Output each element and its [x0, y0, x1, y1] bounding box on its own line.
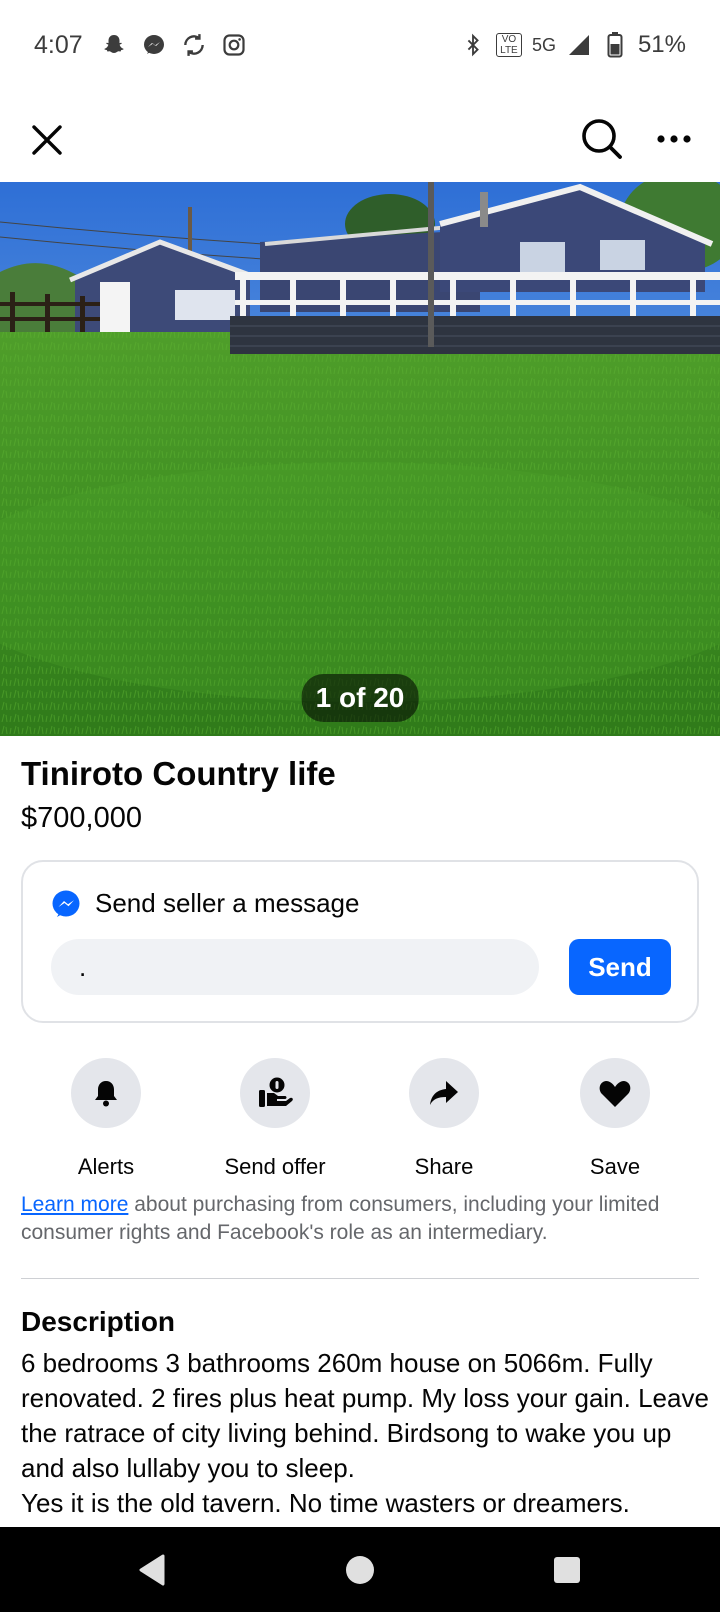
- description-body: 6 bedrooms 3 bathrooms 260m house on 506…: [21, 1348, 709, 1518]
- close-icon: [32, 125, 62, 155]
- divider: [21, 1278, 699, 1279]
- share-button[interactable]: Share: [359, 1058, 529, 1180]
- home-button[interactable]: [337, 1547, 383, 1593]
- share-circle: [409, 1058, 479, 1128]
- bell-icon: [95, 1081, 117, 1107]
- offer-icon: [259, 1077, 293, 1107]
- bluetooth-icon: [460, 32, 486, 58]
- messenger-icon: [52, 890, 80, 917]
- battery-percent: 51%: [637, 31, 686, 58]
- save-label: Save: [589, 1154, 641, 1179]
- message-input[interactable]: [51, 939, 539, 995]
- message-header-label: Send seller a message: [95, 888, 360, 918]
- save-button[interactable]: Save: [530, 1058, 700, 1180]
- search-button[interactable]: [576, 113, 628, 165]
- send-button[interactable]: Send: [569, 939, 671, 995]
- sync-icon: [181, 32, 207, 58]
- alerts-circle: [71, 1058, 141, 1128]
- listing-title: Tiniroto Country life: [21, 755, 336, 792]
- status-left: 4:07: [34, 31, 247, 60]
- consumer-rights-disclaimer: Learn more about purchasing from consume…: [21, 1191, 701, 1247]
- close-button[interactable]: [22, 115, 72, 165]
- house-photo-image: [0, 182, 720, 736]
- recents-icon: [554, 1557, 580, 1583]
- status-time: 4:07: [34, 30, 83, 59]
- share-icon: [430, 1081, 458, 1105]
- home-icon: [346, 1556, 374, 1584]
- message-header: Send seller a message: [51, 888, 359, 919]
- send-offer-label: Send offer: [224, 1154, 326, 1179]
- back-icon: [139, 1554, 165, 1586]
- messenger-icon: [141, 32, 167, 58]
- listing-actions: Alerts Send offer Share Save: [0, 1058, 720, 1179]
- app-bar: [0, 100, 720, 180]
- instagram-icon: [221, 32, 247, 58]
- alerts-label: Alerts: [77, 1154, 135, 1179]
- status-bar: 4:07 VO LTE 5G 51%: [0, 0, 720, 90]
- send-offer-button[interactable]: Send offer: [190, 1058, 360, 1180]
- description-heading: Description: [21, 1306, 176, 1337]
- network-type: 5G: [531, 34, 556, 55]
- save-circle: [580, 1058, 650, 1128]
- status-right: VO LTE 5G 51%: [460, 31, 686, 59]
- listing-price: $700,000: [21, 802, 142, 834]
- message-seller-card: Send seller a message Send: [21, 860, 699, 1023]
- alerts-button[interactable]: Alerts: [21, 1058, 191, 1180]
- listing-photo[interactable]: 1 of 20: [0, 182, 720, 736]
- photo-counter: 1 of 20: [301, 674, 419, 722]
- back-button[interactable]: [129, 1547, 175, 1593]
- signal-icon: [566, 32, 592, 58]
- recents-button[interactable]: [544, 1547, 590, 1593]
- search-icon: [582, 119, 622, 159]
- volte-icon: VO LTE: [495, 33, 522, 57]
- share-label: Share: [414, 1154, 474, 1179]
- learn-more-link[interactable]: Learn more: [21, 1193, 128, 1216]
- snapchat-icon: [101, 32, 127, 58]
- heart-icon: [599, 1081, 631, 1107]
- more-icon: [657, 135, 691, 143]
- battery-icon: [602, 32, 628, 58]
- send-offer-circle: [240, 1058, 310, 1128]
- system-navigation-bar: [0, 1527, 720, 1612]
- more-options-button[interactable]: [648, 113, 700, 165]
